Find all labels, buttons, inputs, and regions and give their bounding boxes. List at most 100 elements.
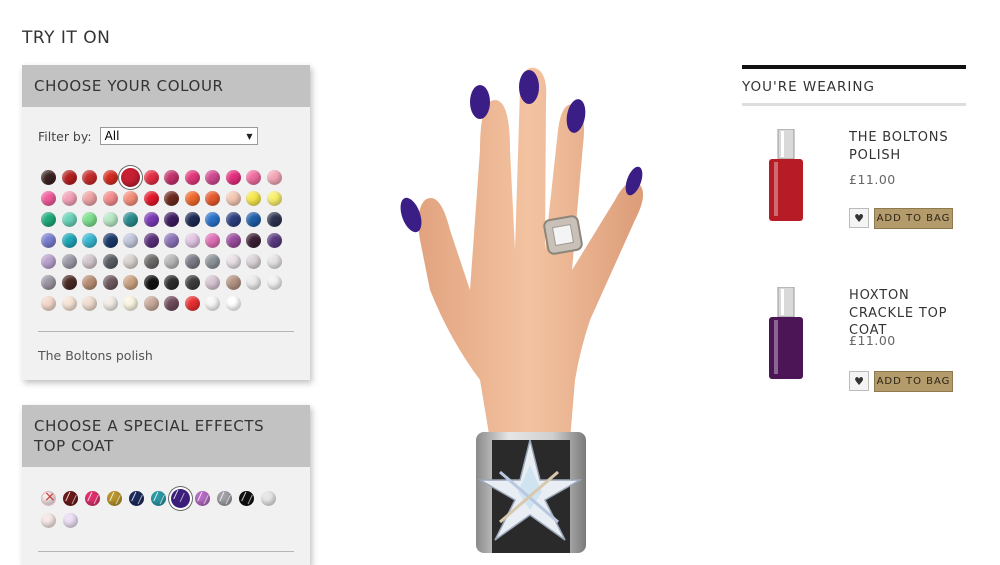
- colour-swatch[interactable]: [143, 296, 159, 311]
- colour-swatch[interactable]: [266, 254, 282, 269]
- colour-swatch[interactable]: [225, 170, 241, 185]
- colour-swatch[interactable]: [225, 296, 241, 311]
- colour-swatch[interactable]: [102, 212, 118, 227]
- polish-bottle-image[interactable]: [766, 129, 806, 221]
- colour-swatch[interactable]: [164, 191, 179, 206]
- colour-swatch[interactable]: [184, 296, 200, 311]
- colour-swatch[interactable]: [123, 212, 138, 227]
- colour-swatch[interactable]: [102, 275, 118, 290]
- top-coat-swatch[interactable]: [41, 513, 56, 528]
- top-coat-swatch[interactable]: [129, 491, 144, 506]
- top-coat-swatch[interactable]: [239, 491, 254, 506]
- colour-swatch[interactable]: [266, 191, 282, 206]
- colour-swatch[interactable]: [102, 191, 118, 206]
- colour-swatch[interactable]: [143, 233, 159, 248]
- colour-swatch[interactable]: [41, 296, 56, 311]
- top-coat-swatch[interactable]: [217, 491, 232, 506]
- colour-swatch[interactable]: [102, 254, 118, 269]
- wishlist-heart-button[interactable]: ♥: [849, 208, 869, 228]
- colour-swatch[interactable]: [225, 254, 241, 269]
- colour-swatch[interactable]: [246, 233, 261, 248]
- colour-swatch[interactable]: [143, 191, 159, 206]
- colour-swatch[interactable]: [164, 212, 179, 227]
- colour-swatch[interactable]: [225, 212, 241, 227]
- colour-swatch[interactable]: [82, 233, 97, 248]
- colour-swatch[interactable]: [61, 170, 77, 185]
- colour-swatch[interactable]: [143, 170, 159, 185]
- colour-swatch[interactable]: [184, 275, 200, 290]
- colour-swatch[interactable]: [41, 275, 56, 290]
- colour-swatch[interactable]: [41, 212, 56, 227]
- product-name[interactable]: HOXTON CRACKLE TOP COAT: [849, 287, 966, 340]
- colour-swatch[interactable]: [266, 170, 282, 185]
- colour-swatch[interactable]: [41, 233, 56, 248]
- colour-swatch[interactable]: [184, 191, 200, 206]
- colour-swatch[interactable]: [102, 170, 118, 185]
- colour-swatch[interactable]: [82, 170, 97, 185]
- top-coat-swatch[interactable]: [63, 513, 78, 528]
- top-coat-swatch[interactable]: [151, 491, 166, 506]
- colour-swatch[interactable]: [246, 212, 261, 227]
- polish-bottle-image[interactable]: [766, 287, 806, 379]
- colour-swatch[interactable]: [184, 170, 200, 185]
- colour-swatch[interactable]: [123, 254, 138, 269]
- wishlist-heart-button[interactable]: ♥: [849, 371, 869, 391]
- colour-swatch[interactable]: [184, 233, 200, 248]
- top-coat-swatch[interactable]: [85, 491, 100, 506]
- colour-swatch[interactable]: [123, 191, 138, 206]
- colour-swatch[interactable]: [61, 233, 77, 248]
- top-coat-swatch[interactable]: [171, 489, 190, 508]
- colour-swatch[interactable]: [143, 254, 159, 269]
- colour-swatch[interactable]: [164, 170, 179, 185]
- colour-swatch[interactable]: [82, 296, 97, 311]
- colour-swatch[interactable]: [61, 296, 77, 311]
- colour-swatch[interactable]: [184, 212, 200, 227]
- colour-swatch[interactable]: [266, 233, 282, 248]
- colour-swatch[interactable]: [123, 233, 138, 248]
- colour-swatch[interactable]: [41, 191, 56, 206]
- product-name[interactable]: THE BOLTONS POLISH: [849, 129, 966, 164]
- colour-swatch[interactable]: [82, 191, 97, 206]
- top-coat-swatch[interactable]: [261, 491, 276, 506]
- colour-swatch[interactable]: [164, 254, 179, 269]
- colour-swatch[interactable]: [61, 212, 77, 227]
- colour-swatch[interactable]: [41, 254, 56, 269]
- colour-swatch[interactable]: [266, 275, 282, 290]
- filter-select[interactable]: All ▼: [99, 127, 258, 145]
- colour-swatch[interactable]: [246, 191, 261, 206]
- colour-swatch[interactable]: [205, 212, 220, 227]
- colour-swatch[interactable]: [246, 275, 261, 290]
- colour-swatch[interactable]: [82, 212, 97, 227]
- colour-swatch[interactable]: [205, 296, 220, 311]
- colour-swatch[interactable]: [205, 191, 220, 206]
- colour-swatch[interactable]: [205, 254, 220, 269]
- colour-swatch[interactable]: [123, 296, 138, 311]
- add-to-bag-button[interactable]: ADD TO BAG: [874, 371, 953, 392]
- colour-swatch[interactable]: [184, 254, 200, 269]
- colour-swatch[interactable]: [246, 170, 261, 185]
- colour-swatch[interactable]: [82, 275, 97, 290]
- colour-swatch[interactable]: [102, 296, 118, 311]
- colour-swatch[interactable]: [225, 233, 241, 248]
- colour-swatch[interactable]: [225, 275, 241, 290]
- colour-swatch[interactable]: [164, 233, 179, 248]
- colour-swatch[interactable]: [164, 296, 179, 311]
- colour-swatch[interactable]: [41, 170, 56, 185]
- colour-swatch[interactable]: [225, 191, 241, 206]
- colour-swatch[interactable]: [82, 254, 97, 269]
- colour-swatch[interactable]: [61, 254, 77, 269]
- top-coat-swatch[interactable]: [107, 491, 122, 506]
- colour-swatch[interactable]: [102, 233, 118, 248]
- colour-swatch[interactable]: [164, 275, 179, 290]
- colour-swatch[interactable]: [123, 275, 138, 290]
- colour-swatch[interactable]: [205, 275, 220, 290]
- no-top-coat-swatch[interactable]: [41, 491, 56, 506]
- colour-swatch[interactable]: [143, 212, 159, 227]
- colour-swatch[interactable]: [266, 212, 282, 227]
- colour-swatch[interactable]: [121, 168, 140, 187]
- top-coat-swatch[interactable]: [63, 491, 78, 506]
- colour-swatch[interactable]: [205, 233, 220, 248]
- top-coat-swatch[interactable]: [195, 491, 210, 506]
- colour-swatch[interactable]: [143, 275, 159, 290]
- colour-swatch[interactable]: [61, 275, 77, 290]
